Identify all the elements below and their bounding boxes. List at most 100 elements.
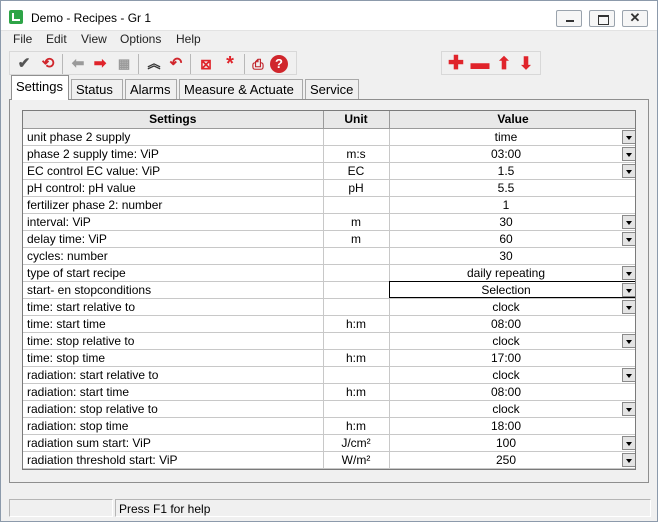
arrow-right-icon[interactable]: ➡	[90, 54, 110, 74]
setting-value-text: 30	[499, 248, 513, 263]
table-row[interactable]: time: stop relative to clock	[23, 332, 635, 350]
dropdown-arrow-icon[interactable]	[621, 163, 635, 178]
setting-value-text: Selection	[481, 282, 531, 297]
table-row[interactable]: time: start relative to clock	[23, 298, 635, 316]
setting-value[interactable]: 17:00	[389, 349, 635, 367]
print-icon[interactable]: ⎙	[248, 54, 268, 74]
dropdown-arrow-icon[interactable]	[621, 282, 635, 297]
tab-status[interactable]: Status	[71, 79, 123, 99]
menu-help[interactable]: Help	[176, 32, 201, 46]
help-icon[interactable]: ?	[270, 55, 288, 73]
setting-unit: m	[323, 230, 390, 248]
setting-value-text: 18:00	[490, 418, 522, 433]
arrow-left-icon[interactable]: ⬅	[68, 54, 88, 74]
setting-value[interactable]: daily repeating	[389, 264, 635, 282]
setting-value[interactable]: 100	[389, 434, 635, 452]
setting-value[interactable]: 5.5	[389, 179, 635, 197]
dropdown-arrow-icon[interactable]	[621, 299, 635, 314]
dropdown-arrow-icon[interactable]	[621, 231, 635, 246]
dropdown-arrow-icon[interactable]	[621, 265, 635, 280]
checkmark-icon[interactable]: ✔	[14, 54, 34, 74]
plus-icon[interactable]: ✚	[446, 54, 466, 74]
dropdown-arrow-icon[interactable]	[621, 129, 635, 144]
setting-value[interactable]: 08:00	[389, 315, 635, 333]
table-row[interactable]: pH control: pH value pH 5.5	[23, 179, 635, 197]
setting-value[interactable]: clock	[389, 400, 635, 418]
table-row[interactable]: radiation: stop time h:m 18:00	[23, 417, 635, 435]
column-header-settings[interactable]: Settings	[23, 111, 324, 129]
arrow-down-icon[interactable]: ⬇	[516, 54, 536, 74]
dropdown-arrow-icon[interactable]	[621, 452, 635, 467]
delete-box-icon[interactable]: ⊠	[196, 54, 216, 74]
table-row[interactable]: cycles: number 30	[23, 247, 635, 265]
menu-file[interactable]: File	[13, 32, 32, 46]
setting-value[interactable]: clock	[389, 366, 635, 384]
column-header-value[interactable]: Value	[389, 111, 635, 129]
collapse-icon[interactable]: ︽	[144, 54, 164, 74]
setting-value[interactable]: 60	[389, 230, 635, 248]
undo-icon[interactable]: ↶	[166, 54, 186, 74]
table-row[interactable]: time: start time h:m 08:00	[23, 315, 635, 333]
window-title: Demo - Recipes - Gr 1	[31, 11, 152, 25]
table-row[interactable]: radiation: stop relative to clock	[23, 400, 635, 418]
setting-value-text: 1	[502, 197, 510, 212]
table-row[interactable]: time: stop time h:m 17:00	[23, 349, 635, 367]
setting-name: type of start recipe	[23, 264, 324, 282]
arrow-up-icon[interactable]: ⬆	[494, 54, 514, 74]
column-header-unit[interactable]: Unit	[323, 111, 390, 129]
table-row[interactable]: radiation sum start: ViP J/cm² 100	[23, 434, 635, 452]
setting-value[interactable]: 250	[389, 451, 635, 469]
table-row[interactable]: start- en stopconditions Selection	[23, 281, 635, 299]
menu-edit[interactable]: Edit	[46, 32, 67, 46]
dropdown-arrow-icon[interactable]	[621, 146, 635, 161]
dropdown-arrow-icon[interactable]	[621, 401, 635, 416]
table-row[interactable]: type of start recipe daily repeating	[23, 264, 635, 282]
maximize-button[interactable]	[589, 10, 615, 27]
table-row[interactable]: fertilizer phase 2: number 1	[23, 196, 635, 214]
setting-value[interactable]: 30	[389, 213, 635, 231]
setting-unit: h:m	[323, 383, 390, 401]
setting-value[interactable]: 03:00	[389, 145, 635, 163]
dropdown-arrow-icon[interactable]	[621, 435, 635, 450]
table-row[interactable]: radiation: start relative to clock	[23, 366, 635, 384]
close-button[interactable]: ✕	[622, 10, 648, 27]
tab-service[interactable]: Service	[305, 79, 359, 99]
status-help-text: Press F1 for help	[119, 502, 211, 516]
setting-value[interactable]: 30	[389, 247, 635, 265]
table-row[interactable]: delay time: ViP m 60	[23, 230, 635, 248]
setting-unit: h:m	[323, 417, 390, 435]
grid-icon[interactable]: ▦	[114, 54, 134, 74]
tab-settings[interactable]: Settings	[11, 75, 69, 100]
tab-measure-actuate[interactable]: Measure & Actuate	[179, 79, 303, 99]
setting-value[interactable]: Selection	[389, 281, 635, 299]
table-row[interactable]: radiation: start time h:m 08:00	[23, 383, 635, 401]
setting-value[interactable]: time	[389, 128, 635, 146]
setting-unit	[323, 128, 390, 146]
setting-value[interactable]: 1.5	[389, 162, 635, 180]
setting-value-text: 30	[499, 214, 513, 229]
minimize-button[interactable]	[556, 10, 582, 27]
dropdown-arrow-icon[interactable]	[621, 367, 635, 382]
asterisk-icon[interactable]: *	[220, 54, 240, 74]
setting-name: unit phase 2 supply	[23, 128, 324, 146]
setting-value[interactable]: clock	[389, 298, 635, 316]
setting-value[interactable]: 18:00	[389, 417, 635, 435]
setting-unit: EC	[323, 162, 390, 180]
table-row[interactable]: unit phase 2 supply time	[23, 128, 635, 146]
minus-icon[interactable]: ▬	[470, 54, 490, 74]
table-row[interactable]: interval: ViP m 30	[23, 213, 635, 231]
menu-view[interactable]: View	[81, 32, 107, 46]
dropdown-arrow-icon[interactable]	[621, 214, 635, 229]
menu-options[interactable]: Options	[120, 32, 161, 46]
setting-unit	[323, 366, 390, 384]
tab-alarms[interactable]: Alarms	[125, 79, 177, 99]
refresh-icon[interactable]: ⟲	[38, 54, 58, 74]
dropdown-arrow-icon[interactable]	[621, 333, 635, 348]
setting-value[interactable]: 1	[389, 196, 635, 214]
table-row[interactable]: EC control EC value: ViP EC 1.5	[23, 162, 635, 180]
table-row[interactable]: radiation threshold start: ViP W/m² 250	[23, 451, 635, 469]
setting-value[interactable]: clock	[389, 332, 635, 350]
setting-value[interactable]: 08:00	[389, 383, 635, 401]
setting-value-text: 60	[499, 231, 513, 246]
table-row[interactable]: phase 2 supply time: ViP m:s 03:00	[23, 145, 635, 163]
